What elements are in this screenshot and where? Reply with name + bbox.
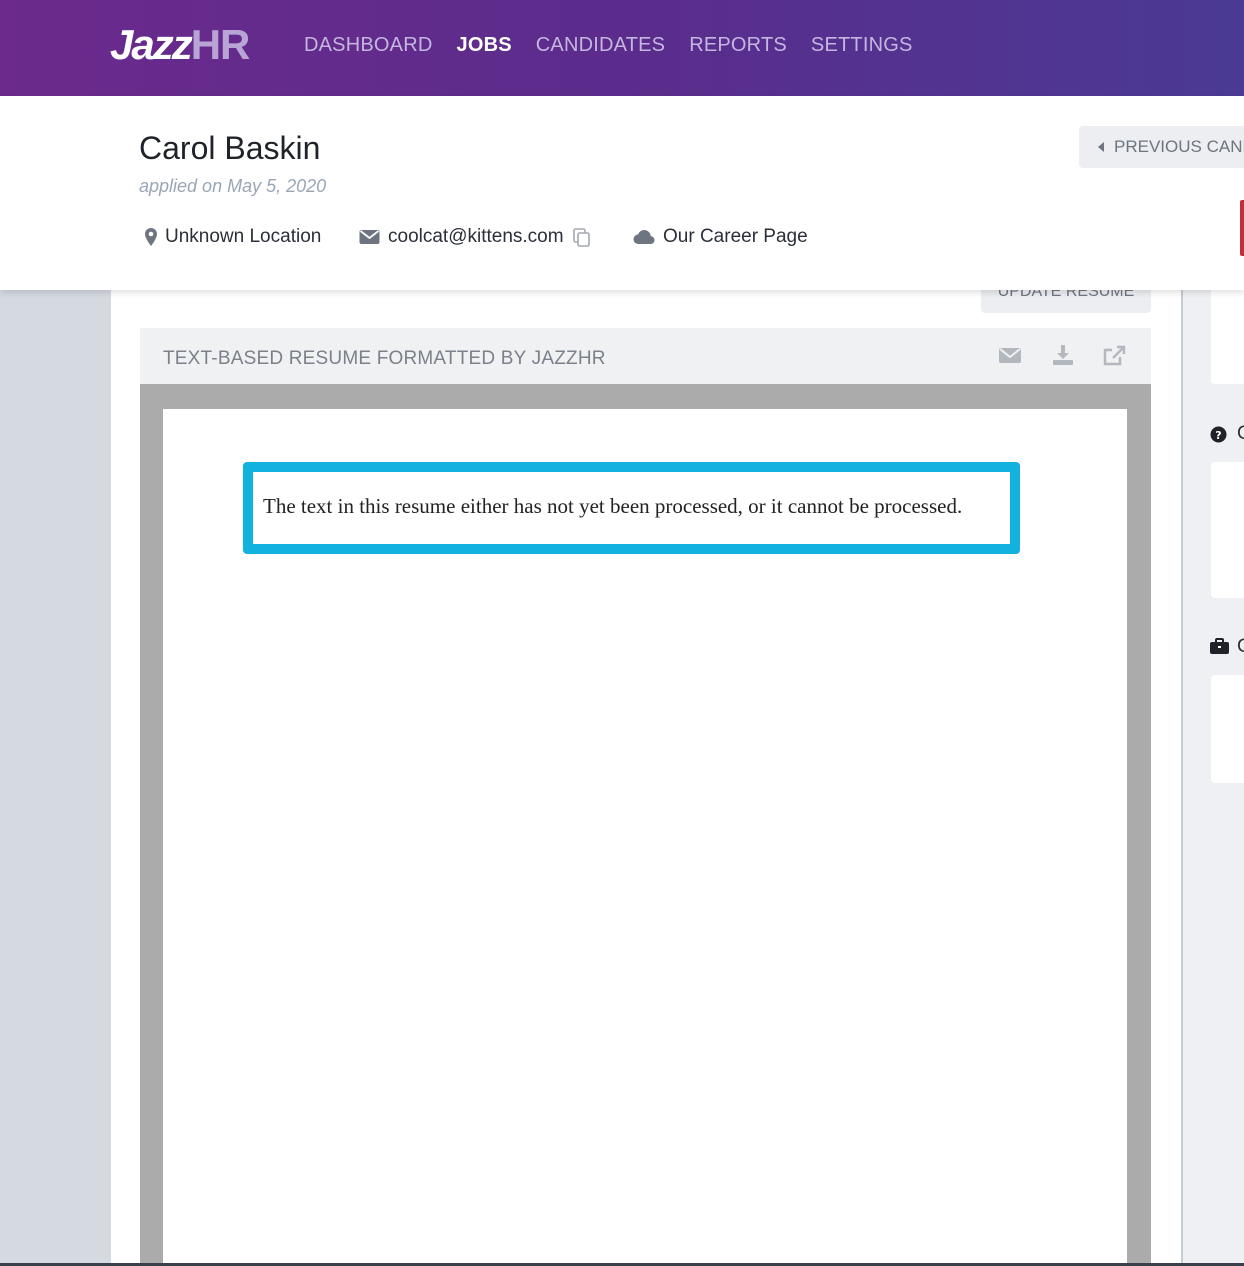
resume-viewer: The text in this resume either has not y…: [140, 384, 1151, 1266]
caret-left-icon: [1098, 142, 1104, 152]
sidebar-section-1-heading: C: [1237, 423, 1244, 444]
top-navigation-bar: JazzHR DASHBOARD JOBS CANDIDATES REPORTS…: [0, 0, 1244, 96]
action-button-edge[interactable]: [1240, 200, 1244, 256]
main-nav: DASHBOARD JOBS CANDIDATES REPORTS SETTIN…: [304, 34, 913, 57]
source-text: Our Career Page: [663, 226, 808, 247]
cloud-icon: [633, 230, 655, 244]
left-gutter: [0, 290, 111, 1266]
nav-item-dashboard[interactable]: DASHBOARD: [304, 34, 433, 57]
map-marker-icon: [145, 228, 157, 246]
resume-toolbar: TEXT-BASED RESUME FORMATTED BY JAZZHR: [140, 328, 1151, 384]
jazzhr-logo[interactable]: JazzHR: [110, 21, 251, 68]
right-sidebar: ? C C: [1183, 290, 1244, 1266]
resume-processing-message: The text in this resume either has not y…: [263, 494, 963, 518]
candidate-email: coolcat@kittens.com: [359, 226, 591, 248]
email-resume-icon[interactable]: [998, 344, 1022, 370]
svg-text:?: ?: [1215, 429, 1221, 442]
logo-main-text: Jazz: [110, 21, 193, 68]
highlight-box: The text in this resume either has not y…: [243, 462, 1020, 554]
nav-item-settings[interactable]: SETTINGS: [811, 34, 913, 57]
copy-icon[interactable]: [572, 227, 591, 247]
email-link[interactable]: coolcat@kittens.com: [388, 226, 564, 248]
logo-accent-text: HR: [190, 21, 251, 68]
briefcase-icon: [1210, 638, 1229, 659]
candidate-name: Carol Baskin: [139, 130, 321, 166]
applied-date: applied on May 5, 2020: [139, 176, 327, 196]
sidebar-section-2-heading: C: [1237, 636, 1244, 657]
question-circle-icon: ?: [1210, 426, 1227, 447]
nav-item-candidates[interactable]: CANDIDATES: [536, 34, 665, 57]
resume-page: The text in this resume either has not y…: [163, 409, 1127, 1266]
candidate-location: Unknown Location: [145, 226, 321, 248]
previous-candidate-label: PREVIOUS CAND: [1114, 137, 1244, 156]
location-text: Unknown Location: [165, 226, 322, 247]
resume-format-label: TEXT-BASED RESUME FORMATTED BY JAZZHR: [163, 348, 606, 369]
sidebar-card-top: [1211, 290, 1244, 384]
envelope-icon: [359, 230, 380, 244]
candidate-header: Carol Baskin applied on May 5, 2020 Unkn…: [0, 96, 1244, 290]
sidebar-card-bottom: [1211, 675, 1244, 783]
nav-item-jobs[interactable]: JOBS: [457, 34, 512, 57]
open-external-icon[interactable]: [1102, 344, 1126, 370]
sidebar-card-middle: [1211, 462, 1244, 598]
nav-item-reports[interactable]: REPORTS: [689, 34, 787, 57]
download-resume-icon[interactable]: [1051, 344, 1075, 370]
candidate-source: Our Career Page: [633, 226, 808, 248]
previous-candidate-button[interactable]: PREVIOUS CAND: [1079, 126, 1244, 168]
